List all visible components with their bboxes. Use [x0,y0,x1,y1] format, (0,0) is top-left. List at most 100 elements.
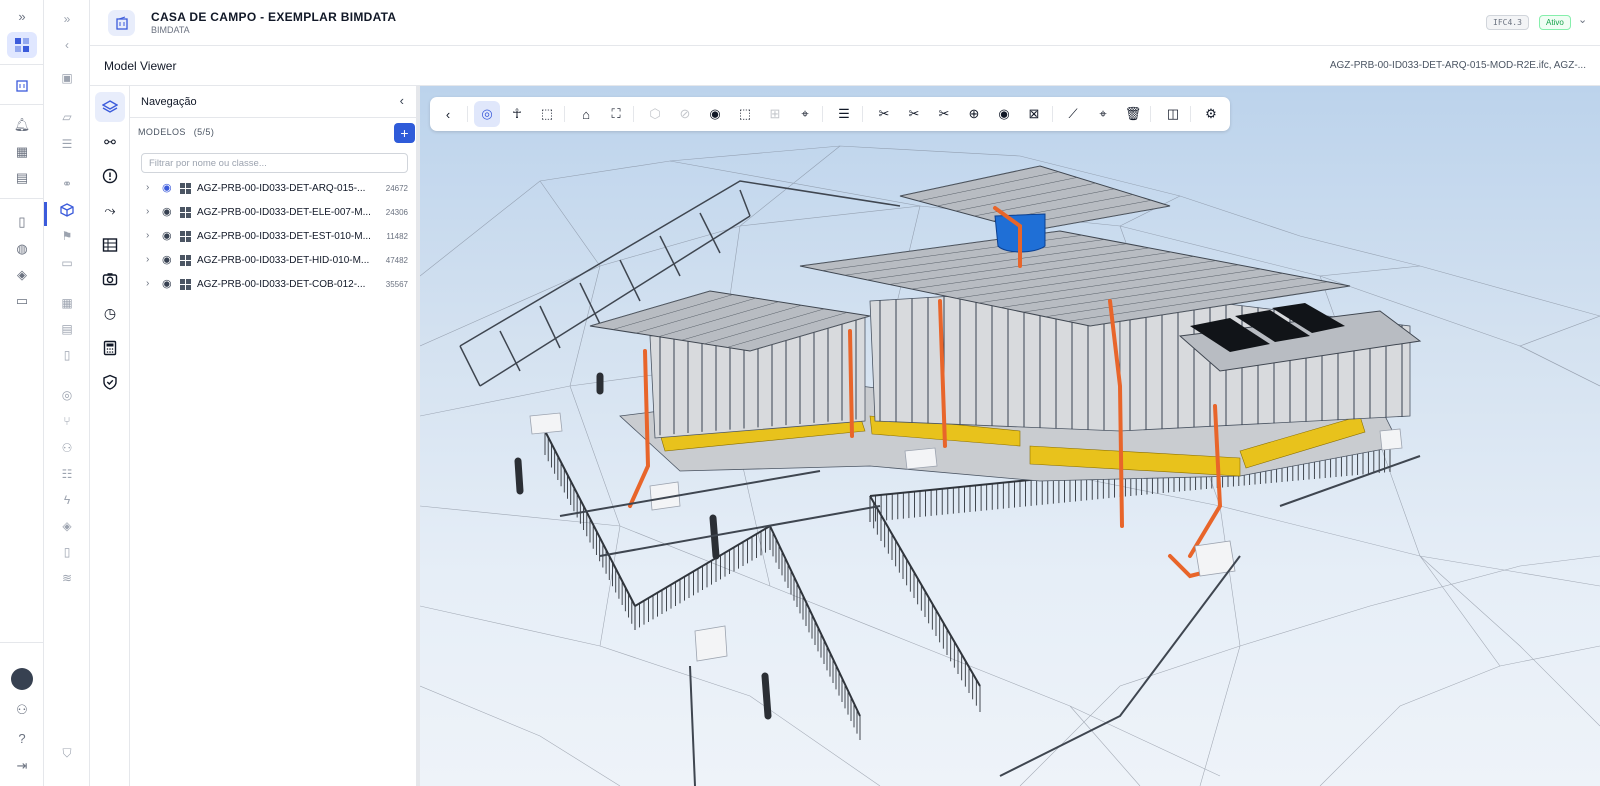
navigation-header: Navegação ‹ [130,86,416,118]
users-icon[interactable]: ⚇ [52,437,82,459]
alert-icon[interactable] [95,161,125,191]
building-icon[interactable] [7,72,37,98]
layers-icon[interactable]: ≋ [52,567,82,589]
measure-icon[interactable]: ⟋ [1060,101,1086,127]
model-name: AGZ-PRB-00-ID033-DET-HID-010-M... [197,255,370,266]
expand-icon[interactable]: » [7,3,37,29]
model-icon [180,279,191,290]
flag-icon[interactable]: ⚑ [52,225,82,247]
doc-icon[interactable]: ▯ [52,344,82,366]
page-title: Model Viewer [104,59,177,73]
branch-icon[interactable]: ⑂ [52,410,82,432]
calculator-icon[interactable] [95,333,125,363]
target-icon[interactable]: ◎ [52,384,82,406]
chevron-down-icon[interactable]: ⌄ [1578,13,1587,26]
pin-icon[interactable]: ⌖ [792,101,818,127]
chevron-right-icon[interactable]: › [146,278,149,289]
chevron-right-icon[interactable]: › [146,230,149,241]
checklist-icon[interactable]: ☰ [52,133,82,155]
camera-icon[interactable] [95,264,125,294]
document-icon[interactable]: ▭ [7,288,37,314]
walk-icon[interactable]: ☥ [504,101,530,127]
bell-icon[interactable]: 🔔︎ [7,112,37,138]
bolt-icon[interactable]: ϟ [52,489,82,511]
fit-icon[interactable]: ⛶ [603,101,629,127]
model-name: AGZ-PRB-00-ID033-DET-EST-010-M... [197,231,371,242]
report-icon[interactable]: ▯ [52,541,82,563]
model-name: AGZ-PRB-00-ID033-DET-ARQ-015-... [197,183,366,194]
crosshair-icon[interactable]: ⊕ [961,101,987,127]
table-icon[interactable] [95,230,125,260]
model-element-count: 24306 [385,208,408,217]
grid-icon[interactable]: ▤ [7,165,37,191]
cube-ghost-icon[interactable]: ⬡ [642,101,668,127]
locate-icon[interactable]: ⌖ [1090,101,1116,127]
secondary-rail: » ‹ ▣ ▱ ☰ ⚭ ⚑ ▭ ▦ ▤ ▯ ◎ ⑂ ⚇ ☷ ϟ ◈ ▯ ≋ ⛉ [44,0,90,786]
add-model-button[interactable]: + [394,123,415,143]
back-icon[interactable]: ‹ [435,101,461,127]
schedule-icon[interactable]: ◷ [95,298,125,328]
tag-icon[interactable]: ◈ [7,262,37,288]
grid-icon[interactable]: ⊞ [762,101,788,127]
company-icon[interactable]: ▦ [7,139,37,165]
logout-icon[interactable]: ⇥ [7,753,37,779]
collapse-panel-icon[interactable]: ‹ [400,93,404,108]
chevrons-icon[interactable]: » [52,8,82,30]
chevron-right-icon[interactable]: › [146,182,149,193]
section-x-icon[interactable]: ✂ [871,101,897,127]
eye-icon[interactable]: ◉ [702,101,728,127]
avatar[interactable] [11,668,33,690]
3d-viewport[interactable]: ‹ ◎ ☥ ⬚ ⌂ ⛶ ⬡ ⊘ ◉ ⬚ ⊞ ⌖ ☰ ✂ ✂ ✂ ⊕ ◉ ⊠ ⟋ [420,86,1600,786]
eye-icon[interactable]: ◉ [162,277,172,290]
book-icon[interactable]: ▯ [7,209,37,235]
eye-icon[interactable]: ◉ [162,253,172,266]
list-icon[interactable]: ☰ [831,101,857,127]
eye-icon[interactable]: ◉ [162,181,172,194]
section-z-icon[interactable]: ✂ [931,101,957,127]
route-icon[interactable]: ⤳ [95,195,125,225]
model-row[interactable]: › ◉ AGZ-PRB-00-ID033-DET-COB-012-... 355… [130,274,416,296]
model-icon [180,207,191,218]
box-select-icon[interactable]: ⬚ [732,101,758,127]
layers-icon[interactable] [95,92,125,122]
model-row[interactable]: › ◉ AGZ-PRB-00-ID033-DET-HID-010-M... 47… [130,250,416,272]
eye-icon[interactable]: ◉ [162,229,172,242]
chat-icon[interactable]: ▭ [52,252,82,274]
user-settings-icon[interactable]: ⚇ [7,697,37,723]
link-icon[interactable]: ⚭ [52,173,82,195]
compare-icon[interactable]: ◫ [1160,101,1186,127]
shield-check-icon[interactable] [95,367,125,397]
home-icon[interactable]: ⌂ [573,101,599,127]
eye2-icon[interactable]: ◉ [991,101,1017,127]
help-icon[interactable]: ? [7,725,37,751]
model-row[interactable]: › ◉ AGZ-PRB-00-ID033-DET-EST-010-M... 11… [130,226,416,248]
viewer-tool-rail: ⚯ ⤳ ◷ [90,86,130,786]
section-y-icon[interactable]: ✂ [901,101,927,127]
database-icon[interactable]: ◍ [7,236,37,262]
ifc-version-badge: IFC4.3 [1486,15,1529,30]
list-icon[interactable]: ☷ [52,463,82,485]
bim-model-render[interactable] [420,86,1600,786]
shield-icon[interactable]: ⛉ [52,742,82,764]
model-row[interactable]: › ◉ AGZ-PRB-00-ID033-DET-ELE-007-M... 24… [130,202,416,224]
binoculars-icon[interactable]: ⚯ [95,127,125,157]
close-box-icon[interactable]: ⊠ [1021,101,1047,127]
form-icon[interactable]: ▤ [52,318,82,340]
folder-icon[interactable]: ▱ [52,106,82,128]
model-row[interactable]: › ◉ AGZ-PRB-00-ID033-DET-ARQ-015-... 246… [130,178,416,200]
settings-icon[interactable]: ⚙ [1198,101,1224,127]
tags-icon[interactable]: ◈ [52,515,82,537]
chevron-right-icon[interactable]: › [146,254,149,265]
trash-icon[interactable]: 🗑︎ [1120,101,1146,127]
select-icon[interactable]: ⬚ [534,101,560,127]
eye-icon[interactable]: ◉ [162,205,172,218]
cube-icon[interactable] [52,199,82,221]
apps-icon[interactable] [7,32,37,58]
files-icon[interactable]: ▣ [52,67,82,89]
calendar-icon[interactable]: ▦ [52,292,82,314]
collapse-icon[interactable]: ‹ [52,34,82,56]
hide-icon[interactable]: ⊘ [672,101,698,127]
orbit-icon[interactable]: ◎ [474,101,500,127]
model-filter-input[interactable] [141,153,408,173]
chevron-right-icon[interactable]: › [146,206,149,217]
